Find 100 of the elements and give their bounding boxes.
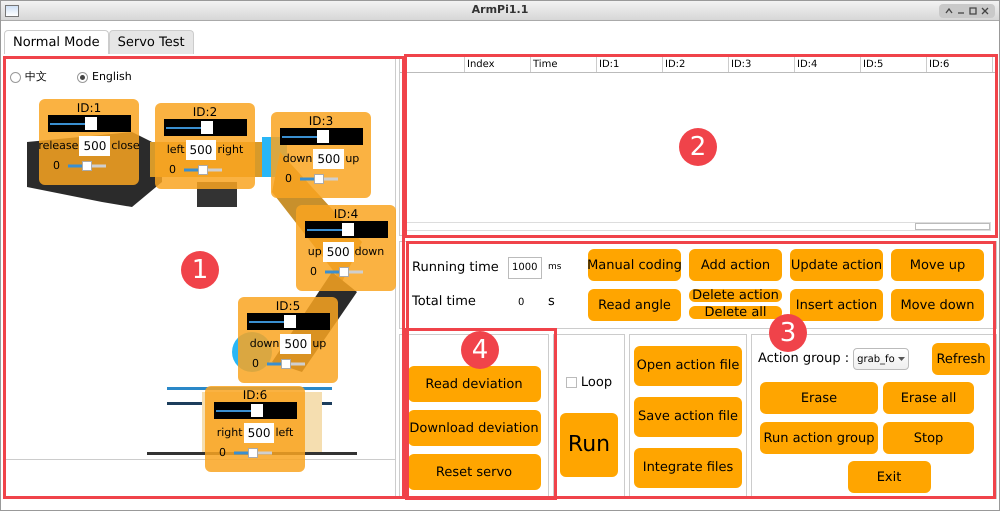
column-header[interactable]: ID:1 — [597, 57, 663, 72]
direction-label: down — [250, 336, 280, 352]
action-button[interactable]: Refresh — [932, 343, 990, 375]
slider[interactable] — [325, 266, 363, 278]
slider-thumb[interactable] — [342, 223, 354, 236]
scrollbar-thumb[interactable] — [915, 223, 990, 230]
running-time-field[interactable]: 1000 — [508, 257, 542, 279]
slider-thumb[interactable] — [250, 404, 263, 417]
value-field[interactable]: 500 — [313, 149, 344, 169]
action-button[interactable]: Exit — [848, 461, 930, 493]
position-slider[interactable] — [246, 313, 330, 330]
window-button-icon[interactable] — [981, 6, 989, 14]
slider[interactable] — [300, 173, 338, 186]
deviation-value: 0 — [53, 158, 60, 174]
value-field[interactable]: 500 — [186, 140, 216, 160]
action-button[interactable]: Save action file — [634, 396, 742, 436]
value-field[interactable]: 500 — [280, 334, 312, 354]
language-label: English — [92, 69, 132, 85]
position-slider[interactable] — [48, 115, 130, 132]
deviation-value: 0 — [219, 445, 226, 461]
servo-id: ID:6 — [242, 388, 268, 402]
position-slider[interactable] — [164, 119, 246, 136]
value-field[interactable]: 500 — [79, 136, 110, 156]
slider-thumb[interactable] — [314, 174, 324, 184]
position-slider[interactable] — [304, 221, 388, 238]
action-button[interactable]: Run action group — [760, 422, 878, 454]
deviation-value: 0 — [169, 162, 176, 178]
slider-thumb[interactable] — [82, 161, 92, 172]
action-button[interactable]: Move down — [891, 289, 984, 321]
action-button[interactable]: Download deviation — [408, 410, 540, 446]
window-title: ArmPi1.1 — [472, 2, 528, 18]
column-header[interactable]: Time — [531, 57, 597, 72]
column-header[interactable]: ID:2 — [663, 57, 729, 72]
run-button[interactable]: Run — [560, 412, 618, 476]
slider-thumb[interactable] — [316, 130, 329, 143]
slider[interactable] — [234, 447, 272, 460]
action-button[interactable]: Move up — [891, 249, 984, 281]
horizontal-scrollbar[interactable] — [405, 222, 991, 231]
action-button[interactable]: Add action — [689, 249, 782, 281]
direction-label: down — [282, 150, 312, 167]
direction-label: up — [312, 336, 326, 352]
action-button[interactable]: Delete action — [689, 289, 782, 302]
action-button[interactable]: Read angle — [588, 289, 681, 321]
servo-id: ID:4 — [334, 207, 358, 221]
slider-thumb[interactable] — [281, 359, 291, 370]
slider-thumb[interactable] — [200, 121, 213, 134]
action-button[interactable]: Update action — [790, 249, 883, 281]
direction-label: up — [345, 150, 360, 167]
action-button[interactable]: Integrate files — [634, 448, 742, 488]
direction-label: left — [166, 142, 185, 158]
deviation-value: 0 — [252, 356, 259, 372]
slider[interactable] — [267, 358, 305, 370]
action-button[interactable]: Erase all — [883, 382, 974, 414]
dropdown-caret-icon — [898, 357, 905, 361]
action-group-select[interactable]: grab_fo — [853, 348, 909, 370]
action-button[interactable]: Read deviation — [408, 366, 540, 402]
action-button[interactable]: Insert action — [790, 289, 883, 321]
servo-id: ID:2 — [192, 105, 218, 119]
slider-thumb[interactable] — [248, 448, 258, 458]
action-button[interactable]: Reset servo — [408, 454, 540, 490]
slider[interactable] — [184, 164, 222, 176]
position-slider[interactable] — [214, 402, 296, 419]
deviation-value: 0 — [310, 264, 317, 280]
action-button[interactable]: Stop — [883, 422, 974, 454]
slider-thumb[interactable] — [284, 315, 296, 328]
action-button[interactable]: Erase — [760, 382, 878, 414]
callout-number: 3 — [769, 314, 807, 352]
column-header[interactable]: ID:5 — [861, 57, 927, 72]
loop-checkbox[interactable] — [566, 377, 577, 388]
window-icon — [5, 4, 19, 16]
radio-button[interactable] — [77, 72, 88, 83]
value-field[interactable]: 500 — [244, 423, 274, 443]
column-header[interactable]: Index — [465, 57, 531, 72]
tab[interactable]: Servo Test — [108, 30, 194, 54]
column-header[interactable]: ID:3 — [729, 57, 795, 72]
action-group-label: Action group : — [758, 350, 850, 368]
slider-thumb[interactable] — [198, 165, 208, 176]
total-time-value: 0 — [517, 296, 526, 310]
slider-thumb[interactable] — [339, 267, 349, 278]
column-header[interactable]: ID:6 — [927, 57, 993, 72]
language-label: 中文 — [25, 69, 47, 85]
servo-id: ID:3 — [308, 114, 334, 128]
direction-label: close — [111, 138, 140, 154]
radio-button[interactable] — [10, 72, 21, 83]
slider[interactable] — [68, 160, 106, 172]
total-time-label: Total time — [412, 293, 477, 312]
direction-label: release — [38, 138, 78, 154]
action-button[interactable]: Open action file — [634, 346, 742, 386]
tab[interactable]: Normal Mode — [4, 30, 109, 54]
servo-id: ID:1 — [76, 101, 102, 115]
column-header[interactable]: ID:4 — [795, 57, 861, 72]
position-slider[interactable] — [280, 128, 362, 145]
direction-label: right — [217, 142, 244, 158]
window-controls[interactable] — [939, 4, 995, 18]
servo-id: ID:5 — [276, 299, 300, 313]
value-field[interactable]: 500 — [322, 242, 354, 262]
slider-thumb[interactable] — [84, 117, 97, 130]
action-button[interactable]: Manual coding — [588, 249, 681, 281]
deviation-value: 0 — [285, 171, 292, 187]
action-button[interactable]: Delete all — [689, 306, 782, 319]
